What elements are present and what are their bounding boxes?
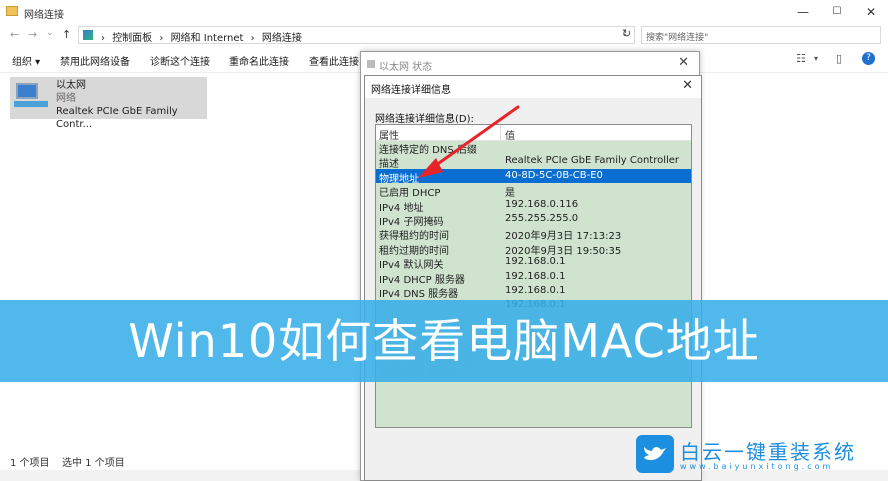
dialog-titlebar: 网络连接详细信息 ✕: [365, 76, 701, 98]
breadcrumb-separator: ›: [250, 33, 255, 44]
list-row[interactable]: IPv4 DNS 服务器 192.168.0.1: [376, 284, 691, 300]
list-row[interactable]: 描述 Realtek PCIe GbE Family Controller: [376, 154, 691, 170]
breadcrumb-separator: ›: [101, 33, 105, 44]
maximize-button[interactable]: ☐: [820, 0, 854, 24]
title-banner: Win10如何查看电脑MAC地址: [0, 300, 888, 382]
close-button[interactable]: ✕: [854, 0, 888, 24]
row-value: 192.168.0.1: [505, 285, 566, 296]
banner-text: Win10如何查看电脑MAC地址: [128, 314, 760, 368]
status-bar: 1 个项目 选中 1 个项目: [0, 452, 400, 469]
list-row[interactable]: 租约过期的时间 2020年9月3日 19:50:35: [376, 241, 691, 257]
list-row[interactable]: 连接特定的 DNS 后缀: [376, 140, 691, 156]
view-status-button[interactable]: 查看此连接: [309, 53, 359, 68]
ethernet-status-title: 以太网 状态: [379, 62, 433, 73]
details-label: 网络连接详细信息(D):: [375, 114, 474, 125]
diagnose-button[interactable]: 诊断这个连接: [150, 53, 210, 68]
row-value: 192.168.0.116: [505, 198, 579, 210]
up-button[interactable]: ↑: [62, 28, 71, 41]
dialog-title: 网络连接详细信息: [371, 85, 451, 96]
adapter-status: 网络: [56, 93, 76, 104]
list-row[interactable]: IPv4 子网掩码 255.255.255.0: [376, 212, 691, 228]
row-value: 192.168.0.1: [505, 270, 566, 282]
list-row[interactable]: 物理地址 40-8D-5C-0B-CB-E0: [376, 168, 691, 185]
breadcrumb: › 控制面板 › 网络和 Internet › 网络连接: [101, 29, 306, 44]
address-bar[interactable]: › 控制面板 › 网络和 Internet › 网络连接 ⌄: [78, 26, 635, 44]
recent-locations-button[interactable]: ⌄: [46, 28, 54, 38]
search-input[interactable]: 搜索"网络连接": [641, 26, 881, 44]
organize-menu[interactable]: 组织 ▾: [12, 53, 40, 68]
list-row[interactable]: IPv4 DHCP 服务器 192.168.0.1: [376, 270, 691, 286]
view-options-icon[interactable]: ☷: [796, 52, 806, 65]
address-row: ← → ⌄ ↑ › 控制面板 › 网络和 Internet › 网络连接 ⌄ ↻…: [0, 24, 888, 46]
refresh-icon[interactable]: ↻: [622, 27, 631, 40]
folder-icon: [6, 6, 18, 16]
control-panel-icon: [83, 30, 93, 40]
adapter-item-ethernet[interactable]: 以太网 网络 Realtek PCIe GbE Family Contr...: [10, 77, 207, 130]
list-header: 属性 值: [376, 125, 691, 142]
list-row[interactable]: 获得租约的时间 2020年9月3日 17:13:23: [376, 226, 691, 242]
item-count: 1 个项目: [10, 458, 50, 469]
explorer-titlebar: 网络连接 — ☐ ✕: [0, 0, 888, 24]
row-value: 192.168.0.1: [505, 256, 566, 268]
adapter-device: Realtek PCIe GbE Family Contr...: [56, 106, 178, 130]
network-adapter-icon: [14, 83, 48, 109]
row-value: Realtek PCIe GbE Family Controller: [505, 155, 680, 167]
breadcrumb-control-panel[interactable]: 控制面板: [112, 33, 152, 44]
row-value: 40-8D-5C-0B-CB-E0: [505, 169, 603, 181]
disable-device-button[interactable]: 禁用此网络设备: [60, 53, 130, 68]
close-icon[interactable]: ✕: [678, 55, 689, 70]
selected-count: 选中 1 个项目: [62, 458, 125, 469]
list-row[interactable]: 已启用 DHCP 是: [376, 183, 691, 199]
preview-pane-icon[interactable]: ▯: [836, 52, 842, 65]
bird-logo-icon: [636, 435, 674, 473]
list-row[interactable]: IPv4 地址 192.168.0.116: [376, 198, 691, 214]
rename-button[interactable]: 重命名此连接: [229, 53, 289, 68]
details-list[interactable]: 属性 值 连接特定的 DNS 后缀 描述 Realtek PCIe GbE Fami…: [375, 124, 692, 428]
watermark-url: www.baiyunxitong.com: [680, 462, 834, 471]
list-row[interactable]: IPv4 默认网关 192.168.0.1: [376, 255, 691, 271]
chevron-down-icon[interactable]: ▾: [814, 54, 818, 63]
breadcrumb-network-internet[interactable]: 网络和 Internet: [171, 33, 244, 44]
connection-details-dialog: 网络连接详细信息 ✕ 网络连接详细信息(D): 属性 值 连接特定的 DNS 后…: [364, 75, 702, 481]
window-title: 网络连接: [24, 10, 64, 21]
breadcrumb-separator: ›: [159, 33, 164, 44]
minimize-button[interactable]: —: [786, 0, 820, 24]
network-icon: [367, 60, 375, 68]
watermark-brand: 白云一键重装系统: [680, 440, 856, 464]
back-button[interactable]: ←: [10, 28, 19, 41]
forward-button[interactable]: →: [28, 28, 37, 41]
close-icon[interactable]: ✕: [682, 78, 693, 93]
adapter-name: 以太网: [56, 80, 86, 91]
search-placeholder: 搜索"网络连接": [646, 33, 709, 43]
breadcrumb-network-connections[interactable]: 网络连接: [262, 33, 302, 44]
help-icon[interactable]: ?: [862, 52, 875, 65]
row-value: 255.255.255.0: [505, 213, 579, 224]
